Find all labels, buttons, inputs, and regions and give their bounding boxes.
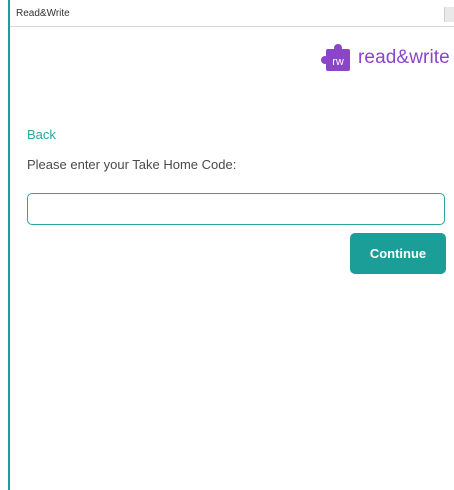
- window-left-border: [8, 0, 10, 490]
- logo-text: read&write: [358, 47, 450, 68]
- back-link[interactable]: Back: [27, 127, 56, 142]
- app-window: Read&Write rw read&write Back Please ent…: [0, 0, 454, 490]
- title-bar: Read&Write: [10, 4, 454, 27]
- take-home-code-input[interactable]: [27, 193, 445, 225]
- puzzle-piece-icon: rw: [320, 41, 354, 75]
- window-title: Read&Write: [16, 8, 70, 19]
- read-and-write-logo: rw read&write: [320, 40, 450, 76]
- take-home-code-label: Please enter your Take Home Code:: [27, 157, 237, 172]
- window-control-button[interactable]: [444, 7, 454, 22]
- continue-button[interactable]: Continue: [350, 233, 446, 274]
- logo-mark-text: rw: [332, 56, 344, 68]
